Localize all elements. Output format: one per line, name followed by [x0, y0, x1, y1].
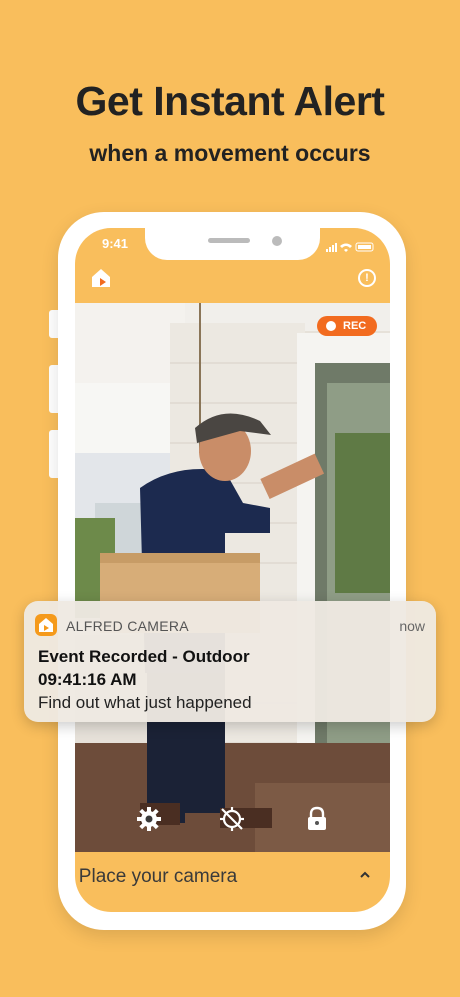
rec-label: REC: [343, 320, 367, 332]
phone-front-camera: [272, 236, 282, 246]
notification-body: Find out what just happened: [38, 693, 252, 712]
notification-time: now: [399, 618, 425, 634]
signal-icon: [326, 249, 328, 252]
notification-title: Event Recorded - Outdoor: [38, 647, 250, 666]
wifi-icon: [340, 243, 352, 252]
alfred-app-icon: [35, 614, 57, 636]
motion-detection-off-icon[interactable]: [219, 806, 245, 832]
settings-gear-icon[interactable]: [136, 806, 162, 832]
headline: Get Instant Alert: [75, 78, 385, 124]
status-icons: [326, 239, 376, 252]
rec-dot-icon: [326, 321, 336, 331]
lock-icon[interactable]: [304, 806, 330, 832]
notification-timestamp: 09:41:16 AM: [38, 670, 137, 689]
chevron-up-icon[interactable]: [358, 868, 372, 882]
rec-badge: REC: [317, 316, 377, 336]
notification-app-name: ALFRED CAMERA: [66, 618, 189, 634]
subheadline: when a movement occurs: [89, 140, 371, 166]
status-time: 9:41: [102, 236, 129, 251]
place-camera-label[interactable]: Place your camera: [0, 866, 316, 888]
phone-notch: [145, 228, 320, 260]
phone-speaker: [208, 238, 250, 243]
alfred-logo-icon: [90, 267, 112, 289]
camera-feed: [75, 303, 390, 852]
info-icon[interactable]: [358, 269, 376, 287]
